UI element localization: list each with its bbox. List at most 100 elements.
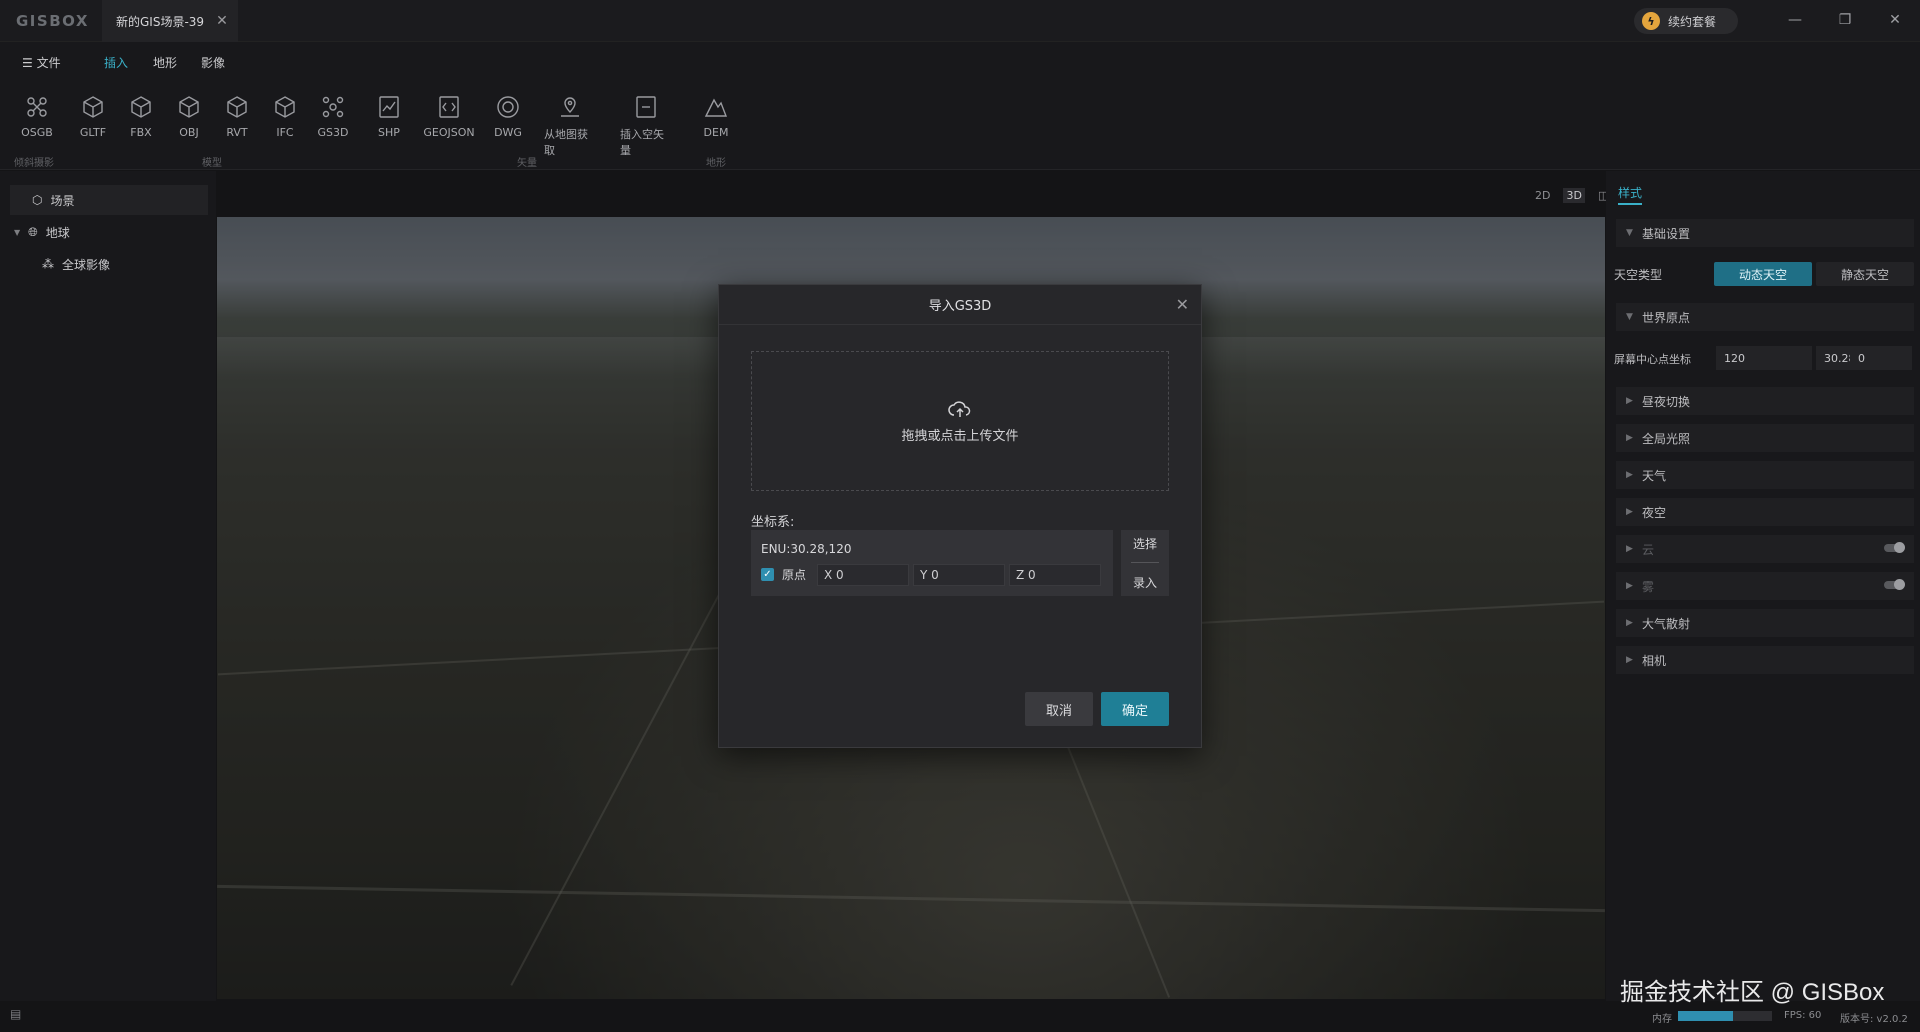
chevron-down-icon: ▼ <box>1626 312 1633 322</box>
document-tab-label: 新的GIS场景-39 <box>116 14 205 29</box>
origin-checkbox-row[interactable]: ✓ 原点 <box>761 566 806 583</box>
lightning-icon: ϟ <box>1642 12 1660 30</box>
section-day-night[interactable]: ▶ 昼夜切换 <box>1616 387 1914 415</box>
origin-z-input[interactable]: Z 0 <box>1009 564 1101 586</box>
menu-tab-imagery[interactable]: 影像 <box>201 54 225 71</box>
section-global-light[interactable]: ▶ 全局光照 <box>1616 424 1914 452</box>
close-tab-icon[interactable]: ✕ <box>216 13 228 29</box>
center-height-input[interactable]: 0 <box>1850 346 1912 370</box>
tool-osgb[interactable]: OSGB <box>11 94 63 139</box>
chevron-right-icon: ▶ <box>1626 618 1633 628</box>
document-tab[interactable]: 新的GIS场景-39 ✕ <box>102 0 238 42</box>
memory-label: 内存 <box>1652 1014 1672 1025</box>
crs-box: ENU:30.28,120 ✓ 原点 X 0 Y 0 Z 0 <box>751 530 1113 596</box>
tree-item-label: 全球影像 <box>62 257 111 272</box>
confirm-button[interactable]: 确定 <box>1101 692 1169 726</box>
section-camera[interactable]: ▶ 相机 <box>1616 646 1914 674</box>
tree-item-earth[interactable]: ▼ 🌐︎ 地球 <box>14 217 70 247</box>
crs-enter-button[interactable]: 录入 <box>1133 574 1157 591</box>
renew-plan-button[interactable]: ϟ 续约套餐 <box>1634 8 1738 34</box>
section-world-origin[interactable]: ▼ 世界原点 <box>1616 303 1914 331</box>
memory-bar <box>1678 1011 1772 1021</box>
memory-bar-fill <box>1678 1011 1733 1021</box>
tool-geojson[interactable]: GEOJSON <box>423 94 475 139</box>
file-upload-dropzone[interactable]: 拖拽或点击上传文件 <box>751 351 1169 491</box>
crs-mode-switch: 选择 录入 <box>1121 530 1169 596</box>
section-fog[interactable]: ▶ 雾 <box>1616 572 1914 600</box>
tree-item-label: 场景 <box>50 193 75 208</box>
tool-rvt[interactable]: RVT <box>211 94 263 139</box>
section-label: 雾 <box>1642 579 1655 594</box>
globe-icon: 🌐︎ <box>28 224 38 239</box>
tree-item-global-imagery[interactable]: ⁂ 全球影像 <box>42 249 110 279</box>
osgb-icon <box>27 97 47 117</box>
crs-select-button[interactable]: 选择 <box>1133 535 1157 552</box>
dynamic-sky-button[interactable]: 动态天空 <box>1714 262 1812 286</box>
origin-y-input[interactable]: Y 0 <box>913 564 1005 586</box>
dialog-title: 导入GS3D <box>928 299 992 314</box>
close-icon[interactable]: ✕ <box>1176 295 1189 314</box>
cube-icon <box>275 96 295 118</box>
section-basic-settings[interactable]: ▼ 基础设置 <box>1616 219 1914 247</box>
chevron-right-icon: ▶ <box>1626 581 1633 591</box>
empty-vector-icon <box>636 96 656 118</box>
section-label: 天气 <box>1642 468 1667 483</box>
scene-tree-panel: ⬡ 场景 ▼ 🌐︎ 地球 ⁂ 全球影像 <box>0 171 216 1001</box>
origin-x-input[interactable]: X 0 <box>817 564 909 586</box>
tool-obj[interactable]: OBJ <box>163 94 215 139</box>
file-menu-label: 文件 <box>36 56 61 70</box>
menu-tab-terrain[interactable]: 地形 <box>153 54 177 71</box>
group-label-oblique: 倾斜摄影 <box>14 158 54 169</box>
tool-label: GEOJSON <box>423 126 475 139</box>
view-2d-button[interactable]: 2D <box>1532 188 1553 203</box>
tool-label: 插入空矢量 <box>620 128 664 157</box>
close-window-icon[interactable]: ✕ <box>1882 8 1908 32</box>
ribbon-toolbar: OSGB GLTF FBX OBJ RVT IFC GS3D SHP GEOJS… <box>0 80 1920 170</box>
tool-gltf[interactable]: GLTF <box>67 94 119 139</box>
section-night-sky[interactable]: ▶ 夜空 <box>1616 498 1914 526</box>
tool-fbx[interactable]: FBX <box>115 94 167 139</box>
fog-toggle[interactable] <box>1884 579 1905 590</box>
chevron-down-icon: ▼ <box>1626 228 1633 238</box>
section-label: 昼夜切换 <box>1642 394 1691 409</box>
section-label: 云 <box>1642 542 1655 557</box>
geojson-icon <box>439 96 459 118</box>
tool-shp[interactable]: SHP <box>363 94 415 139</box>
shp-icon <box>379 96 399 118</box>
tool-map-pick[interactable]: 从地图获取 <box>544 94 596 158</box>
tool-label: OBJ <box>179 126 199 139</box>
caret-down-icon[interactable]: ▼ <box>14 228 20 237</box>
minimize-icon[interactable]: — <box>1782 8 1808 32</box>
section-label: 夜空 <box>1642 505 1667 520</box>
section-weather[interactable]: ▶ 天气 <box>1616 461 1914 489</box>
section-cloud[interactable]: ▶ 云 <box>1616 535 1914 563</box>
file-menu[interactable]: ☰ 文件 <box>22 54 61 71</box>
section-atmosphere[interactable]: ▶ 大气散射 <box>1616 609 1914 637</box>
map-pick-icon <box>561 97 579 117</box>
tool-label: DWG <box>494 126 522 139</box>
app-logo: GISBOX <box>16 12 89 30</box>
section-label: 大气散射 <box>1642 616 1691 631</box>
view-3d-button[interactable]: 3D <box>1563 188 1585 203</box>
cloud-toggle[interactable] <box>1884 542 1905 553</box>
tool-empty-vector[interactable]: 插入空矢量 <box>620 94 672 158</box>
sky-type-label: 天空类型 <box>1614 268 1663 282</box>
tool-dwg[interactable]: DWG <box>482 94 534 139</box>
checkbox-checked-icon[interactable]: ✓ <box>761 568 774 581</box>
doc-icon[interactable]: ▤ <box>10 1007 21 1021</box>
center-lon-input[interactable]: 120 <box>1716 346 1812 370</box>
tool-label: GS3D <box>317 126 349 139</box>
static-sky-button[interactable]: 静态天空 <box>1816 262 1914 286</box>
tool-dem[interactable]: DEM <box>690 94 742 139</box>
tree-item-scene[interactable]: ⬡ 场景 <box>10 185 208 215</box>
restore-icon[interactable]: ❐ <box>1832 8 1858 32</box>
cancel-button[interactable]: 取消 <box>1025 692 1093 726</box>
chevron-right-icon: ▶ <box>1626 396 1633 406</box>
chevron-right-icon: ▶ <box>1626 507 1633 517</box>
menu-tab-insert[interactable]: 插入 <box>104 54 128 71</box>
tool-gs3d[interactable]: GS3D <box>307 94 359 139</box>
title-bar: GISBOX 新的GIS场景-39 ✕ ϟ 续约套餐 — ❐ ✕ <box>0 0 1920 42</box>
cube-icon <box>83 96 103 118</box>
tab-style[interactable]: 样式 <box>1618 184 1643 205</box>
tool-ifc[interactable]: IFC <box>259 94 311 139</box>
